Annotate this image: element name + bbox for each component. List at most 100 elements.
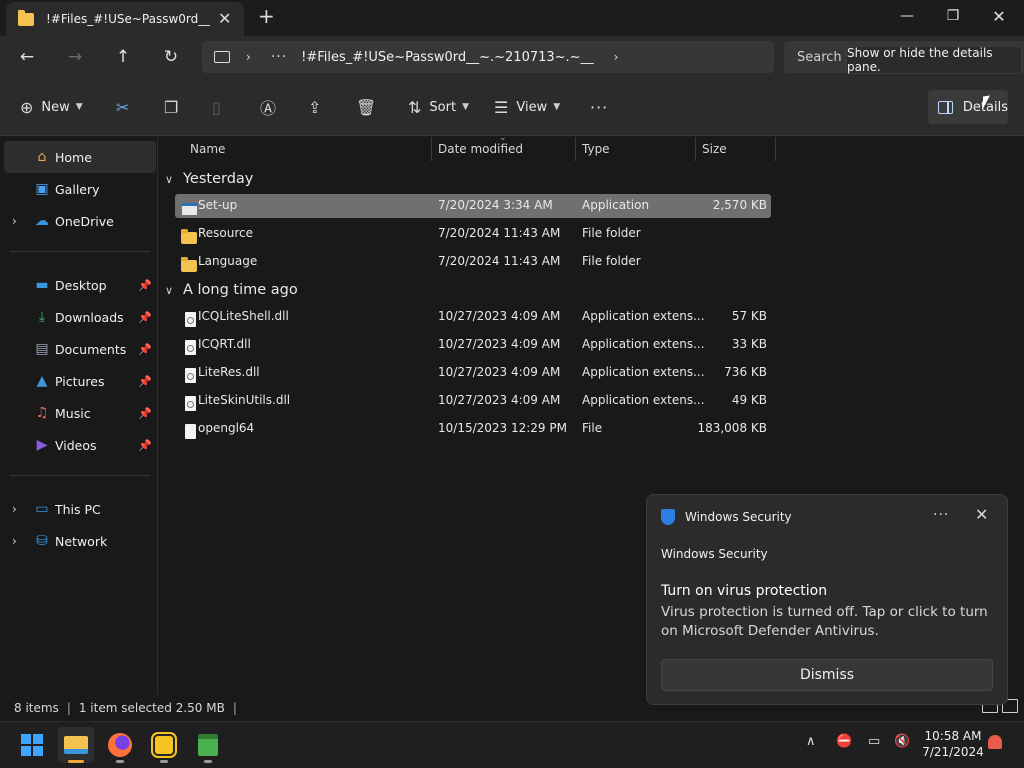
chevron-up-icon[interactable]: ∧ [806,734,816,749]
network-offline-icon[interactable]: ⛔ [836,734,852,749]
column-header-date[interactable]: Date modified [438,137,523,161]
volume-muted-icon[interactable]: 🔇 [894,734,910,749]
pin-icon[interactable]: 📌 [138,279,152,292]
up-button[interactable]: ↑ [108,44,138,70]
maximize-button[interactable]: ❐ [930,4,976,28]
tab-close-button[interactable]: ✕ [218,11,231,27]
chevron-right-icon[interactable]: › [246,50,251,64]
new-button[interactable]: ⊕ New ▼ [20,92,83,122]
column-divider[interactable] [695,137,696,161]
cut-button[interactable]: ✂ [116,92,129,122]
sidebar-item-music[interactable]: ♫ Music 📌 [4,397,156,429]
taskbar-file-explorer[interactable] [58,727,94,763]
pin-icon[interactable]: 📌 [138,343,152,356]
notepad-icon [198,734,218,756]
sidebar-item-gallery[interactable]: ▣ Gallery [4,173,156,205]
file-name: LiteSkinUtils.dll [198,393,291,407]
sidebar-item-documents[interactable]: ▤ Documents 📌 [4,333,156,365]
dll-icon [179,365,196,383]
column-header-size[interactable]: Size [702,137,727,161]
clock-time: 10:58 AM [924,729,982,743]
file-size: 2,570 KB [712,198,767,212]
minimize-button[interactable]: — [884,4,930,28]
documents-icon: ▤ [35,341,49,357]
paste-button[interactable]: ▯ [212,92,221,122]
close-button[interactable]: ✕ [976,4,1022,28]
mouse-cursor-icon [983,95,990,109]
chevron-right-icon[interactable]: › [12,214,17,228]
file-row[interactable]: Resource 7/20/2024 11:43 AM File folder [175,222,771,246]
more-options-icon[interactable]: ··· [933,507,949,523]
file-name: Resource [198,226,254,240]
shield-icon [661,509,675,525]
taskbar-app-yellow[interactable] [146,727,182,763]
view-button[interactable]: ☰ View ▼ [494,92,560,122]
sidebar-item-downloads[interactable]: ⤓ Downloads 📌 [4,301,156,333]
security-notification[interactable]: Windows Security ··· ✕ Windows Security … [646,494,1008,705]
sidebar-item-pictures[interactable]: ▲ Pictures 📌 [4,365,156,397]
start-button[interactable] [14,727,50,763]
file-size: 183,008 KB [697,421,767,435]
sidebar-item-home[interactable]: ⌂ Home [4,141,156,173]
file-type: File folder [582,254,641,268]
file-row[interactable]: opengl64 10/15/2023 12:29 PM File 183,00… [175,417,771,441]
sort-button[interactable]: ⇅ Sort ▼ [408,92,469,122]
chevron-down-icon: ∨ [165,172,174,186]
share-button[interactable]: ⇪ [308,92,321,122]
new-tab-button[interactable]: + [258,6,275,26]
delete-button[interactable]: 🗑 [356,92,376,122]
rename-button[interactable]: Ⓐ [260,92,276,122]
address-path[interactable]: !#Files_#!USe~Passw0rd__~.~210713~.~__ [301,50,593,65]
chevron-right-icon[interactable]: › [12,534,17,548]
details-pane-button[interactable]: Details [928,90,1008,124]
taskbar-notepad[interactable] [190,727,226,763]
display-icon[interactable]: ▭ [868,734,880,749]
column-divider[interactable] [575,137,576,161]
system-clock[interactable]: 10:58 AM 7/21/2024 [918,728,988,760]
address-bar[interactable]: › ··· !#Files_#!USe~Passw0rd__~.~210713~… [202,41,774,73]
group-header-yesterday[interactable]: ∨ Yesterday [165,166,253,192]
back-button[interactable]: ← [12,44,42,70]
file-type: Application extens... [582,365,705,379]
file-name: LiteRes.dll [198,365,260,379]
sidebar-item-this-pc[interactable]: › ▭ This PC [4,493,156,525]
column-divider[interactable] [431,137,432,161]
copy-button[interactable]: ❐ [164,92,178,122]
close-icon[interactable]: ✕ [975,505,988,524]
sidebar-item-desktop[interactable]: ▬ Desktop 📌 [4,269,156,301]
column-header-name[interactable]: Name [190,137,225,161]
refresh-button[interactable]: ↻ [156,44,186,70]
sidebar-item-network[interactable]: › ⛁ Network [4,525,156,557]
column-header-type[interactable]: Type [582,137,610,161]
sidebar-item-videos[interactable]: ▶ Videos 📌 [4,429,156,461]
pin-icon[interactable]: 📌 [138,375,152,388]
file-date: 10/27/2023 4:09 AM [438,337,561,351]
pin-icon[interactable]: 📌 [138,407,152,420]
file-row[interactable]: ICQLiteShell.dll 10/27/2023 4:09 AM Appl… [175,305,771,329]
taskbar-firefox[interactable] [102,727,138,763]
file-type: File folder [582,226,641,240]
explorer-tab[interactable]: !#Files_#!USe~Passw0rd__~.~210713~.~__ ✕ [6,2,244,36]
file-row[interactable]: LiteRes.dll 10/27/2023 4:09 AM Applicati… [175,361,771,385]
dll-icon [179,309,196,327]
group-header-long-ago[interactable]: ∨ A long time ago [165,277,298,303]
more-options-button[interactable]: ··· [590,92,608,122]
chevron-right-icon[interactable]: › [12,502,17,516]
file-row[interactable]: Language 7/20/2024 11:43 AM File folder [175,250,771,274]
chevron-right-icon[interactable]: › [614,50,619,64]
sidebar-item-onedrive[interactable]: › ☁ OneDrive [4,205,156,237]
pin-icon[interactable]: 📌 [138,311,152,324]
file-name: opengl64 [198,421,255,435]
dismiss-button[interactable]: Dismiss [661,659,993,691]
file-row[interactable]: ICQRT.dll 10/27/2023 4:09 AM Application… [175,333,771,357]
file-row[interactable]: Set-up 7/20/2024 3:34 AM Application 2,5… [175,194,771,218]
forward-button[interactable]: → [60,44,90,70]
file-row[interactable]: LiteSkinUtils.dll 10/27/2023 4:09 AM App… [175,389,771,413]
column-divider[interactable] [775,137,776,161]
sidebar-divider [10,251,150,252]
file-date: 7/20/2024 3:34 AM [438,198,553,212]
notification-bell-icon[interactable] [988,735,1002,749]
pin-icon[interactable]: 📌 [138,439,152,452]
hidden-path-ellipsis[interactable]: ··· [271,49,287,65]
sidebar-item-label: Music [55,405,91,421]
